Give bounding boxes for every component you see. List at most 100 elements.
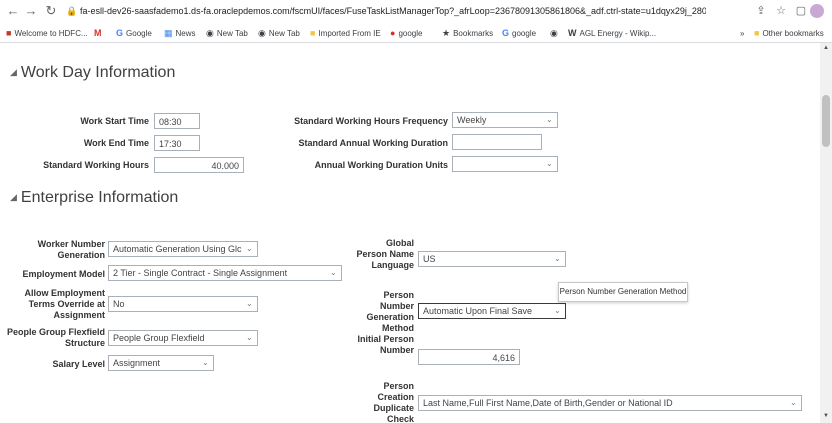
work-day-section-header[interactable]: ◢ Work Day Information <box>10 64 175 82</box>
profile-avatar[interactable] <box>810 4 824 18</box>
collapse-triangle-icon[interactable]: ◢ <box>10 192 17 202</box>
scroll-down-icon[interactable]: ▼ <box>823 413 829 419</box>
red-icon: ● <box>390 28 396 38</box>
bookmarks-bar: ■ Welcome to HDFC... M G Google ▦ News ◉ New… <box>0 24 832 43</box>
global-person-name-language-label: Global Person Name Language <box>356 238 414 270</box>
salary-level-value: Assignment <box>113 358 161 368</box>
salary-level-select[interactable]: Assignment ⌄ <box>108 355 214 371</box>
bookmark-news[interactable]: ▦ News <box>164 27 196 40</box>
working-hours-frequency-select[interactable]: Weekly ⌄ <box>452 112 558 128</box>
bookmark-globe[interactable]: ◉ <box>550 27 561 40</box>
chevron-down-icon: ⌄ <box>246 333 253 342</box>
forward-icon[interactable]: → <box>24 4 38 18</box>
people-group-flexfield-value: People Group Flexfield <box>113 333 205 343</box>
bookmark-google-2[interactable]: ● google <box>390 27 422 40</box>
bookmark-agl-energy[interactable]: W AGL Energy - Wikip... <box>568 27 656 40</box>
wikipedia-icon: W <box>568 28 577 38</box>
bookmark-gmail[interactable]: M <box>94 27 105 40</box>
side-panel-icon[interactable]: ▢ <box>794 4 808 18</box>
more-bookmarks-button[interactable]: » <box>740 27 744 40</box>
bookmark-new-tab-1[interactable]: ◉ New Tab <box>206 27 248 40</box>
work-start-time-input[interactable]: 08:30 <box>154 113 200 129</box>
worker-number-generation-label: Worker Number Generation <box>37 239 105 260</box>
chevron-down-icon: ⌄ <box>790 398 797 407</box>
person-number-generation-method-select[interactable]: Automatic Upon Final Save ⌄ <box>418 303 566 319</box>
url-text: fa-esll-dev26-saasfademo1.ds-fa.oraclepd… <box>80 6 706 16</box>
gmail-icon: M <box>94 28 102 38</box>
chevron-down-icon: ⌄ <box>202 358 209 367</box>
page-scrollbar[interactable]: ▲ ▼ <box>820 43 832 423</box>
share-icon[interactable]: ⇪ <box>754 4 768 18</box>
annual-duration-units-label: Annual Working Duration Units <box>314 160 448 170</box>
chevron-down-icon: ⌄ <box>246 244 253 253</box>
page-content: ◢ Work Day Information Work Start Time 08… <box>0 43 820 423</box>
person-number-method-tooltip: Person Number Generation Method <box>558 282 688 302</box>
google-icon: G <box>502 28 510 38</box>
annual-duration-units-select[interactable]: ⌄ <box>452 156 558 172</box>
person-creation-duplicate-check-value: Last Name,Full First Name,Date of Birth,… <box>423 398 673 408</box>
working-hours-frequency-value: Weekly <box>457 115 487 125</box>
salary-level-label: Salary Level <box>52 359 105 369</box>
work-end-time-input[interactable]: 17:30 <box>154 135 200 151</box>
chevron-down-icon: ⌄ <box>330 268 337 277</box>
scrollbar-thumb[interactable] <box>822 95 830 147</box>
working-hours-frequency-label: Standard Working Hours Frequency <box>294 116 448 126</box>
globe-icon: ◉ <box>550 28 558 38</box>
person-creation-duplicate-check-select[interactable]: Last Name,Full First Name,Date of Birth,… <box>418 395 802 411</box>
globe-icon: ◉ <box>258 28 266 38</box>
person-creation-duplicate-check-label: Person Creation Duplicate Check <box>373 381 414 423</box>
bookmark-imported-from-ie[interactable]: ■ Imported From IE <box>310 27 381 40</box>
address-bar[interactable]: 🔒 fa-esll-dev26-saasfademo1.ds-fa.oraclep… <box>66 2 706 21</box>
initial-person-number-label: Initial Person Number <box>357 334 414 355</box>
globe-icon: ◉ <box>206 28 214 38</box>
allow-employment-terms-override-value: No <box>113 299 125 309</box>
bookmark-google-3[interactable]: Ggoogle <box>502 27 536 40</box>
hdfc-icon: ■ <box>6 28 12 38</box>
folder-icon: ■ <box>310 28 316 38</box>
standard-working-hours-label: Standard Working Hours <box>43 160 149 170</box>
employment-model-select[interactable]: 2 Tier - Single Contract - Single Assign… <box>108 265 342 281</box>
enterprise-title: Enterprise Information <box>20 189 179 206</box>
work-start-time-label: Work Start Time <box>80 116 149 126</box>
bookmark-google[interactable]: G Google <box>116 27 152 40</box>
lock-icon: 🔒 <box>66 6 78 16</box>
reload-icon[interactable]: ↻ <box>44 4 58 18</box>
folder-icon: ■ <box>754 28 760 38</box>
chevron-down-icon: ⌄ <box>246 299 253 308</box>
chevron-down-icon: ⌄ <box>546 159 553 168</box>
google-icon: G <box>116 28 124 38</box>
bookmark-bookmarks[interactable]: ★ Bookmarks <box>442 27 493 40</box>
back-icon[interactable]: ← <box>6 4 20 18</box>
employment-model-label: Employment Model <box>22 269 105 279</box>
allow-employment-terms-override-select[interactable]: No ⌄ <box>108 296 258 312</box>
annual-working-duration-label: Standard Annual Working Duration <box>298 138 448 148</box>
scroll-up-icon[interactable]: ▲ <box>823 45 829 51</box>
chevron-down-icon: ⌄ <box>554 306 561 315</box>
initial-person-number-input[interactable]: 4,616 <box>418 349 520 365</box>
collapse-triangle-icon[interactable]: ◢ <box>10 67 17 77</box>
worker-number-generation-select[interactable]: Automatic Generation Using Glc ⌄ <box>108 241 258 257</box>
work-end-time-label: Work End Time <box>83 138 149 148</box>
browser-toolbar: ← → ↻ 🔒 fa-esll-dev26-saasfademo1.ds-fa.o… <box>0 0 832 24</box>
employment-model-value: 2 Tier - Single Contract - Single Assign… <box>113 268 288 278</box>
chevron-down-icon: ⌄ <box>546 115 553 124</box>
enterprise-section-header[interactable]: ◢ Enterprise Information <box>10 189 178 207</box>
bookmark-star-icon[interactable]: ☆ <box>774 4 788 18</box>
standard-working-hours-input[interactable]: 40.000 <box>154 157 244 173</box>
global-person-name-language-value: US <box>423 254 436 264</box>
news-icon: ▦ <box>164 28 173 38</box>
people-group-flexfield-label: People Group Flexfield Structure <box>6 327 105 348</box>
bookmark-hdfc[interactable]: ■ Welcome to HDFC... <box>6 27 88 40</box>
allow-employment-terms-override-label: Allow Employment Terms Override at Assig… <box>24 288 105 320</box>
bookmark-new-tab-2[interactable]: ◉ New Tab <box>258 27 300 40</box>
people-group-flexfield-select[interactable]: People Group Flexfield ⌄ <box>108 330 258 346</box>
person-number-generation-method-label: Person Number Generation Method <box>366 290 414 333</box>
annual-working-duration-input[interactable] <box>452 134 542 150</box>
worker-number-generation-value: Automatic Generation Using Glc <box>113 244 242 254</box>
other-bookmarks[interactable]: ■ Other bookmarks <box>754 27 824 40</box>
global-person-name-language-select[interactable]: US ⌄ <box>418 251 566 267</box>
work-day-title: Work Day Information <box>20 64 176 81</box>
star-icon: ★ <box>442 28 451 38</box>
chevron-down-icon: ⌄ <box>554 254 561 263</box>
person-number-generation-method-value: Automatic Upon Final Save <box>423 306 533 316</box>
